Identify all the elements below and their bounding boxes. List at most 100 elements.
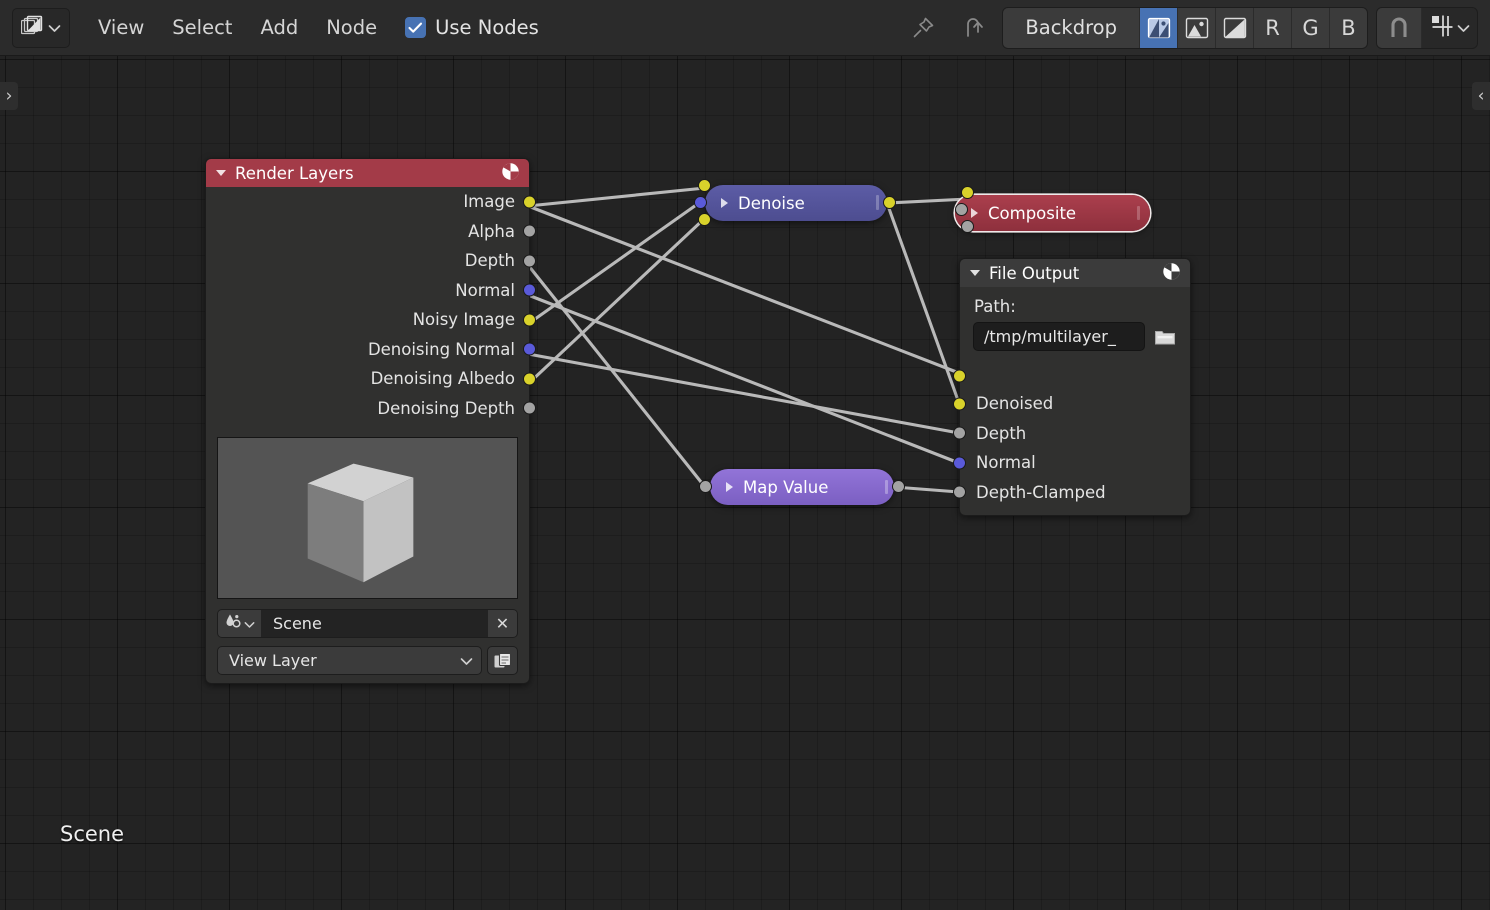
link-denoisingnormal-to-fileoutput-depth [526,352,961,435]
compositor-editor: View Select Add Node Use Nodes Backdrop … [0,0,1490,910]
menu-select[interactable]: Select [158,10,246,45]
scene-id-block: Scene ✕ [217,609,518,638]
channel-g-button[interactable]: G [1291,7,1329,48]
backdrop-button[interactable]: Backdrop [1003,7,1139,48]
input-socket-denoised[interactable]: Denoised [953,389,1190,419]
backdrop-color-icon[interactable] [1177,7,1215,48]
socket-denoising-depth-icon[interactable] [523,401,536,415]
triangle-right-icon[interactable] [721,198,728,208]
socket-image-icon[interactable] [523,195,536,209]
folder-icon[interactable] [1151,323,1179,350]
socket-label: Normal [976,453,1036,473]
use-nodes-checkbox[interactable] [405,17,427,38]
view-layer-dropdown[interactable]: View Layer [217,646,482,675]
go-to-parent-icon[interactable] [952,7,994,49]
map-value-input-socket[interactable] [699,480,712,493]
chevron-down-icon [460,651,473,670]
menu-add[interactable]: Add [246,10,312,45]
output-socket-denoising-albedo[interactable]: Denoising Albedo [206,364,536,394]
snap-target-icon [1430,14,1454,42]
left-sidebar-toggle[interactable]: › [0,82,18,110]
menu-node[interactable]: Node [312,10,391,45]
render-layers-header[interactable]: Render Layers [206,159,529,187]
scene-data-icon [224,613,242,635]
right-sidebar-toggle[interactable]: ‹ [1472,82,1490,110]
output-path-input[interactable]: /tmp/multilayer_ [973,322,1145,351]
render-layers-title: Render Layers [235,163,354,183]
node-map-value[interactable]: Map Value [699,469,905,505]
socket-denoised-icon[interactable] [953,397,966,411]
node-composite[interactable]: Composite [955,186,1150,233]
map-value-pill[interactable]: Map Value [699,469,905,505]
output-socket-alpha[interactable]: Alpha [206,217,536,247]
node-canvas[interactable]: › ‹ Render Layers Image Alpha Depth Norm… [0,56,1490,910]
input-socket-depth[interactable]: Depth [953,419,1190,449]
triangle-right-icon[interactable] [726,482,733,492]
output-socket-noisy-image[interactable]: Noisy Image [206,305,536,335]
map-value-output-socket[interactable] [892,480,905,493]
snap-target-control[interactable] [1421,7,1477,48]
path-row: /tmp/multilayer_ [960,318,1190,363]
socket-label: Depth [464,251,515,271]
composite-input-image-socket[interactable] [961,186,974,199]
channel-b-button[interactable]: B [1329,7,1367,48]
socket-depth-clamped-icon[interactable] [953,485,966,499]
socket-denoising-albedo-icon[interactable] [523,372,536,386]
link-noisyimage-to-denoise-normal [526,201,701,326]
output-socket-denoising-normal[interactable]: Denoising Normal [206,335,536,365]
use-nodes-toggle[interactable]: Use Nodes [397,12,549,43]
duplicate-icon[interactable] [487,646,518,675]
output-socket-image[interactable]: Image [206,187,536,217]
socket-noisy-image-icon[interactable] [523,313,536,327]
input-socket-depth-clamped[interactable]: Depth-Clamped [953,478,1190,508]
render-preview-icon [1162,262,1181,285]
menu-view[interactable]: View [84,10,158,45]
node-render-layers[interactable]: Render Layers Image Alpha Depth Normal N… [205,158,536,684]
scene-name-field[interactable]: Scene [262,610,487,637]
socket-normal-icon[interactable] [523,283,536,297]
socket-unnamed-icon[interactable] [953,369,966,383]
socket-alpha-icon[interactable] [523,224,536,238]
socket-depth-icon[interactable] [523,254,536,268]
backdrop-color-alpha-icon[interactable] [1139,7,1177,48]
pin-icon[interactable] [902,7,944,49]
file-output-content: Path: /tmp/multilayer_ Denoised Depth No… [953,287,1190,508]
output-socket-depth[interactable]: Depth [206,246,536,276]
editor-type-selector[interactable] [12,7,70,48]
triangle-right-icon[interactable] [971,208,978,218]
triangle-down-icon[interactable] [216,170,226,176]
socket-label: Image [463,192,515,212]
file-output-body: File Output Path: /tmp/multilayer_ Denoi… [953,258,1191,516]
render-layers-body: Render Layers Image Alpha Depth Normal N… [205,158,536,684]
denoise-input-image-socket[interactable] [698,179,711,192]
denoise-pill[interactable]: Denoise [694,179,896,226]
node-file-output[interactable]: File Output Path: /tmp/multilayer_ Denoi… [953,258,1191,516]
snap-magnet-icon[interactable] [1377,7,1421,48]
triangle-down-icon[interactable] [970,270,980,276]
scene-data-selector[interactable] [218,610,262,637]
denoise-output-image-socket[interactable] [883,196,896,209]
composite-input-z-socket[interactable] [961,220,974,233]
denoise-input-normal-socket[interactable] [694,196,707,209]
composite-pill[interactable]: Composite [955,186,1150,233]
output-socket-denoising-depth[interactable]: Denoising Depth [206,394,536,424]
socket-label: Denoising Albedo [370,369,515,389]
output-socket-normal[interactable]: Normal [206,276,536,306]
socket-label: Noisy Image [412,310,515,330]
path-label: Path: [974,297,1016,316]
composite-title: Composite [988,203,1077,223]
denoise-input-albedo-socket[interactable] [698,213,711,226]
backdrop-alpha-icon[interactable] [1215,7,1253,48]
channel-r-button[interactable]: R [1253,7,1291,48]
render-preview-icon [501,162,520,185]
file-output-header[interactable]: File Output [960,259,1190,287]
scene-clear-button[interactable]: ✕ [487,610,517,637]
node-denoise[interactable]: Denoise [694,179,896,226]
socket-depth-icon[interactable] [953,426,966,440]
input-socket-normal[interactable]: Normal [953,448,1190,478]
composite-input-alpha-socket[interactable] [955,203,968,216]
socket-denoising-normal-icon[interactable] [523,342,536,356]
socket-normal-icon[interactable] [953,456,966,470]
socket-label: Denoising Normal [367,339,515,359]
input-socket-unnamed[interactable] [953,363,1190,389]
